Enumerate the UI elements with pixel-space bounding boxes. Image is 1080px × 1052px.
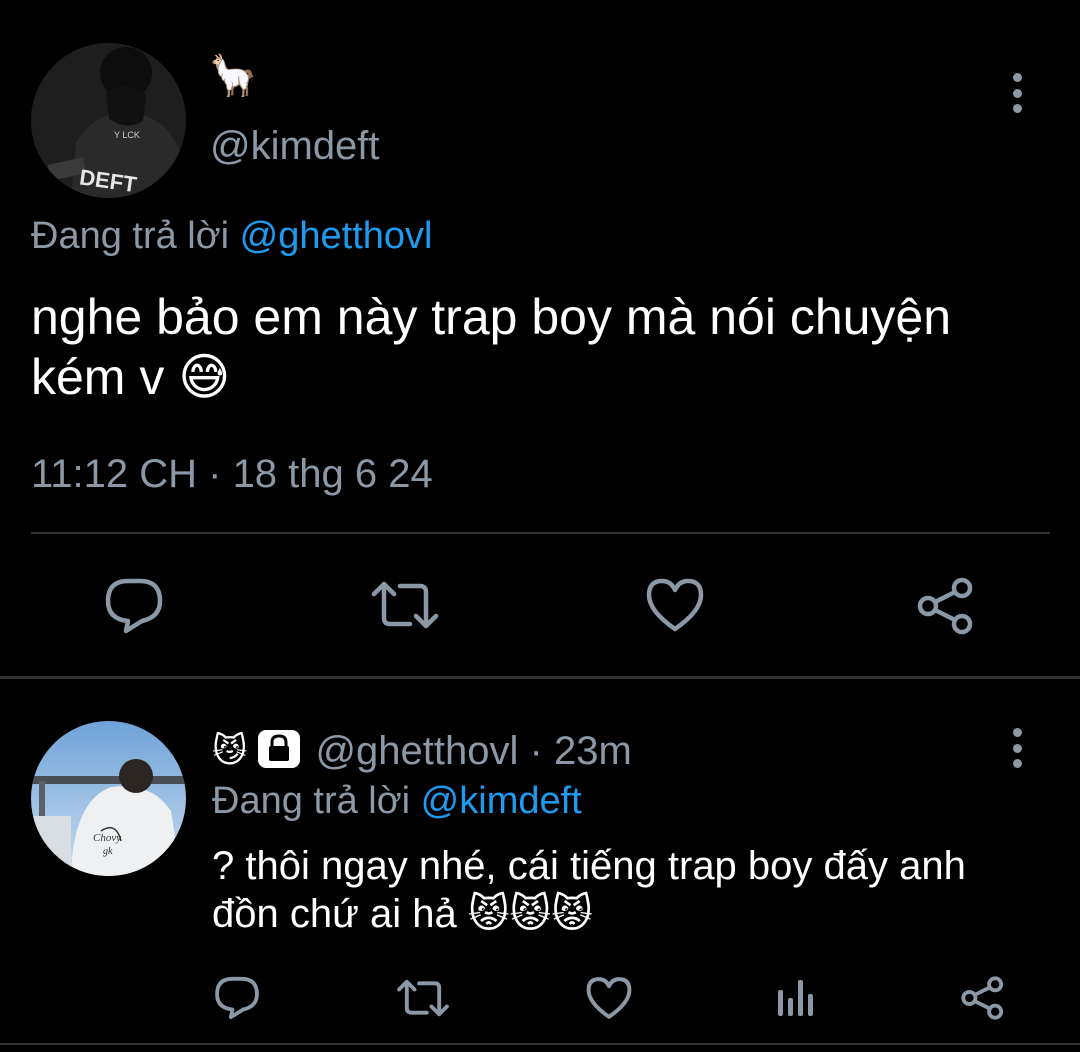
reply-icon[interactable]	[104, 577, 164, 635]
user-handle-and-time[interactable]: @ghetthovl · 23m	[315, 729, 631, 774]
retweet-icon[interactable]	[370, 580, 440, 630]
divider	[0, 1043, 1080, 1045]
replying-to-link[interactable]: @ghetthovl	[240, 215, 433, 257]
replying-label: Đang trả lời	[31, 215, 240, 257]
more-options-icon[interactable]	[1003, 728, 1031, 768]
lock-icon	[257, 729, 301, 774]
divider	[31, 532, 1050, 534]
section-divider	[0, 676, 1080, 679]
main-tweet: DEFT Y LCK 🦙 @kimdeft Đang trả lời @ghet…	[0, 0, 1080, 676]
more-options-icon[interactable]	[1003, 73, 1031, 113]
replying-to-line: Đang trả lời @ghetthovl	[31, 213, 432, 259]
tweet-thread-screen: DEFT Y LCK 🦙 @kimdeft Đang trả lời @ghet…	[0, 0, 1080, 1052]
avatar-kimdeft[interactable]: DEFT Y LCK	[31, 43, 186, 198]
tweet-text: ? thôi ngay nhé, cái tiếng trap boy đấy …	[212, 844, 966, 936]
svg-text:gk: gk	[103, 846, 113, 857]
display-name[interactable]: 🦙	[208, 52, 258, 100]
replying-to-link[interactable]: @kimdeft	[421, 780, 582, 822]
tweet-text: nghe bảo em này trap boy mà nói chuyện k…	[31, 289, 952, 405]
avatar-ghetthovl[interactable]: Chovy gk	[31, 721, 186, 876]
like-icon[interactable]	[645, 577, 705, 633]
share-icon[interactable]	[916, 577, 976, 635]
user-handle[interactable]: @kimdeft	[210, 122, 380, 170]
analytics-icon[interactable]	[776, 978, 816, 1018]
replying-to-line: Đang trả lời @kimdeft	[212, 778, 582, 824]
svg-text:Y LCK: Y LCK	[114, 130, 140, 140]
replying-label: Đang trả lời	[212, 780, 421, 822]
like-icon[interactable]	[585, 976, 633, 1020]
tweet-timestamp[interactable]: 11:12 CH · 18 thg 6 24	[31, 450, 433, 498]
svg-text:Chovy: Chovy	[93, 832, 121, 844]
reply-header: 😼 @ghetthovl · 23m	[212, 727, 632, 775]
share-icon[interactable]	[960, 976, 1006, 1020]
retweet-icon[interactable]	[396, 978, 450, 1018]
reply-icon[interactable]	[214, 975, 260, 1021]
display-name[interactable]: 😼	[212, 731, 247, 771]
